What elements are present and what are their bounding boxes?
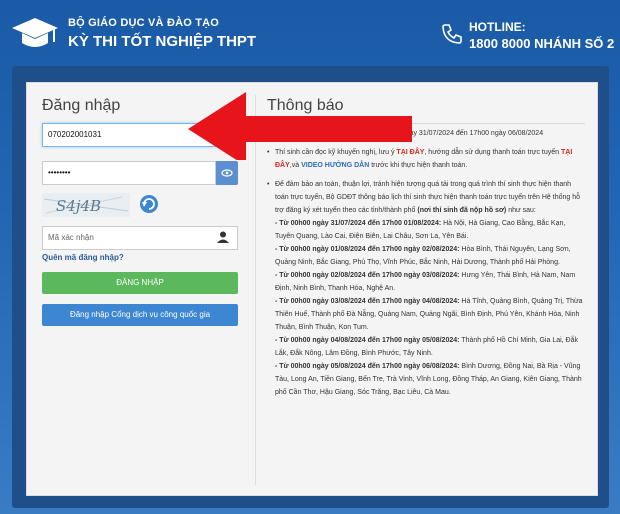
login-title: Đăng nhập	[42, 97, 121, 114]
schedule-row: - Từ 00h00 ngày 03/08/2024 đến 17h00 ngà…	[275, 295, 585, 334]
schedule-when: - Từ 00h00 ngày 31/07/2024 đến 17h00 01/…	[275, 220, 442, 227]
notice-body: Hệ thống mở phí xét tuyển trực tuyến từ …	[267, 127, 585, 405]
schedule-when: - Từ 00h00 ngày 03/08/2024 đến 17h00 ngà…	[275, 298, 460, 305]
phone-icon	[442, 24, 462, 44]
schedule-row: - Từ 00h00 ngày 01/08/2024 đến 17h00 ngà…	[275, 243, 585, 269]
red-arrow-annotation	[188, 92, 412, 160]
notice-text: , hướng dẫn sử dụng thanh toán trực tuyế…	[424, 149, 561, 156]
exam-name: KỲ THI TỐT NGHIỆP THPT	[68, 33, 257, 50]
national-portal-login-button[interactable]: Đăng nhập Cổng dịch vụ công quốc gia	[42, 304, 238, 326]
schedule-when: - Từ 00h00 ngày 02/08/2024 đến 17h00 ngà…	[275, 272, 460, 279]
login-button[interactable]: ĐĂNG NHẬP	[42, 272, 238, 294]
captcha-input[interactable]: Mã xác nhận	[42, 226, 238, 250]
notice-text: trước khi thực hiện thanh toán.	[369, 162, 468, 169]
show-password-button[interactable]	[216, 161, 238, 185]
captcha-text: S4j4B	[56, 197, 101, 215]
video-guide-link[interactable]: VIDEO HƯỚNG DẪN	[301, 162, 369, 169]
user-icon	[217, 231, 229, 243]
schedule-row: - Từ 00h00 ngày 31/07/2024 đến 17h00 01/…	[275, 217, 585, 243]
schedule-when: - Từ 00h00 ngày 05/08/2024 đến 17h00 ngà…	[275, 363, 460, 370]
hotline-label: HOTLINE:	[469, 20, 526, 34]
header: BỘ GIÁO DỤC VÀ ĐÀO TẠO KỲ THI TỐT NGHIỆP…	[0, 0, 620, 70]
org-name: BỘ GIÁO DỤC VÀ ĐÀO TẠO	[68, 17, 220, 29]
schedule-row: - Từ 00h00 ngày 04/08/2024 đến 17h00 ngà…	[275, 334, 585, 360]
captcha-image: S4j4B	[42, 193, 130, 217]
schedule-when: - Từ 00h00 ngày 04/08/2024 đến 17h00 ngà…	[275, 337, 460, 344]
notice-item: Để đảm bảo an toàn, thuận lợi, tránh hiệ…	[267, 178, 585, 399]
notice-text: ,và	[289, 162, 302, 169]
notice-emphasis: (nơi thí sinh đã nộp hồ sơ)	[417, 207, 507, 214]
graduation-cap-icon	[12, 18, 58, 47]
password-input[interactable]: ••••••••	[42, 161, 216, 185]
hotline-number[interactable]: 1800 8000 NHÁNH SỐ 2	[469, 36, 614, 51]
captcha-noise: S4j4B	[43, 196, 129, 215]
schedule-row: - Từ 00h00 ngày 02/08/2024 đến 17h00 ngà…	[275, 269, 585, 295]
eye-icon	[221, 169, 233, 177]
schedule-row: - Từ 00h00 ngày 05/08/2024 đến 17h00 ngà…	[275, 360, 585, 399]
forgot-login-link[interactable]: Quên mã đăng nhập?	[42, 253, 124, 262]
schedule-when: - Từ 00h00 ngày 01/08/2024 đến 17h00 ngà…	[275, 246, 460, 253]
notice-text: như sau:	[506, 207, 536, 214]
refresh-icon[interactable]	[138, 193, 160, 215]
